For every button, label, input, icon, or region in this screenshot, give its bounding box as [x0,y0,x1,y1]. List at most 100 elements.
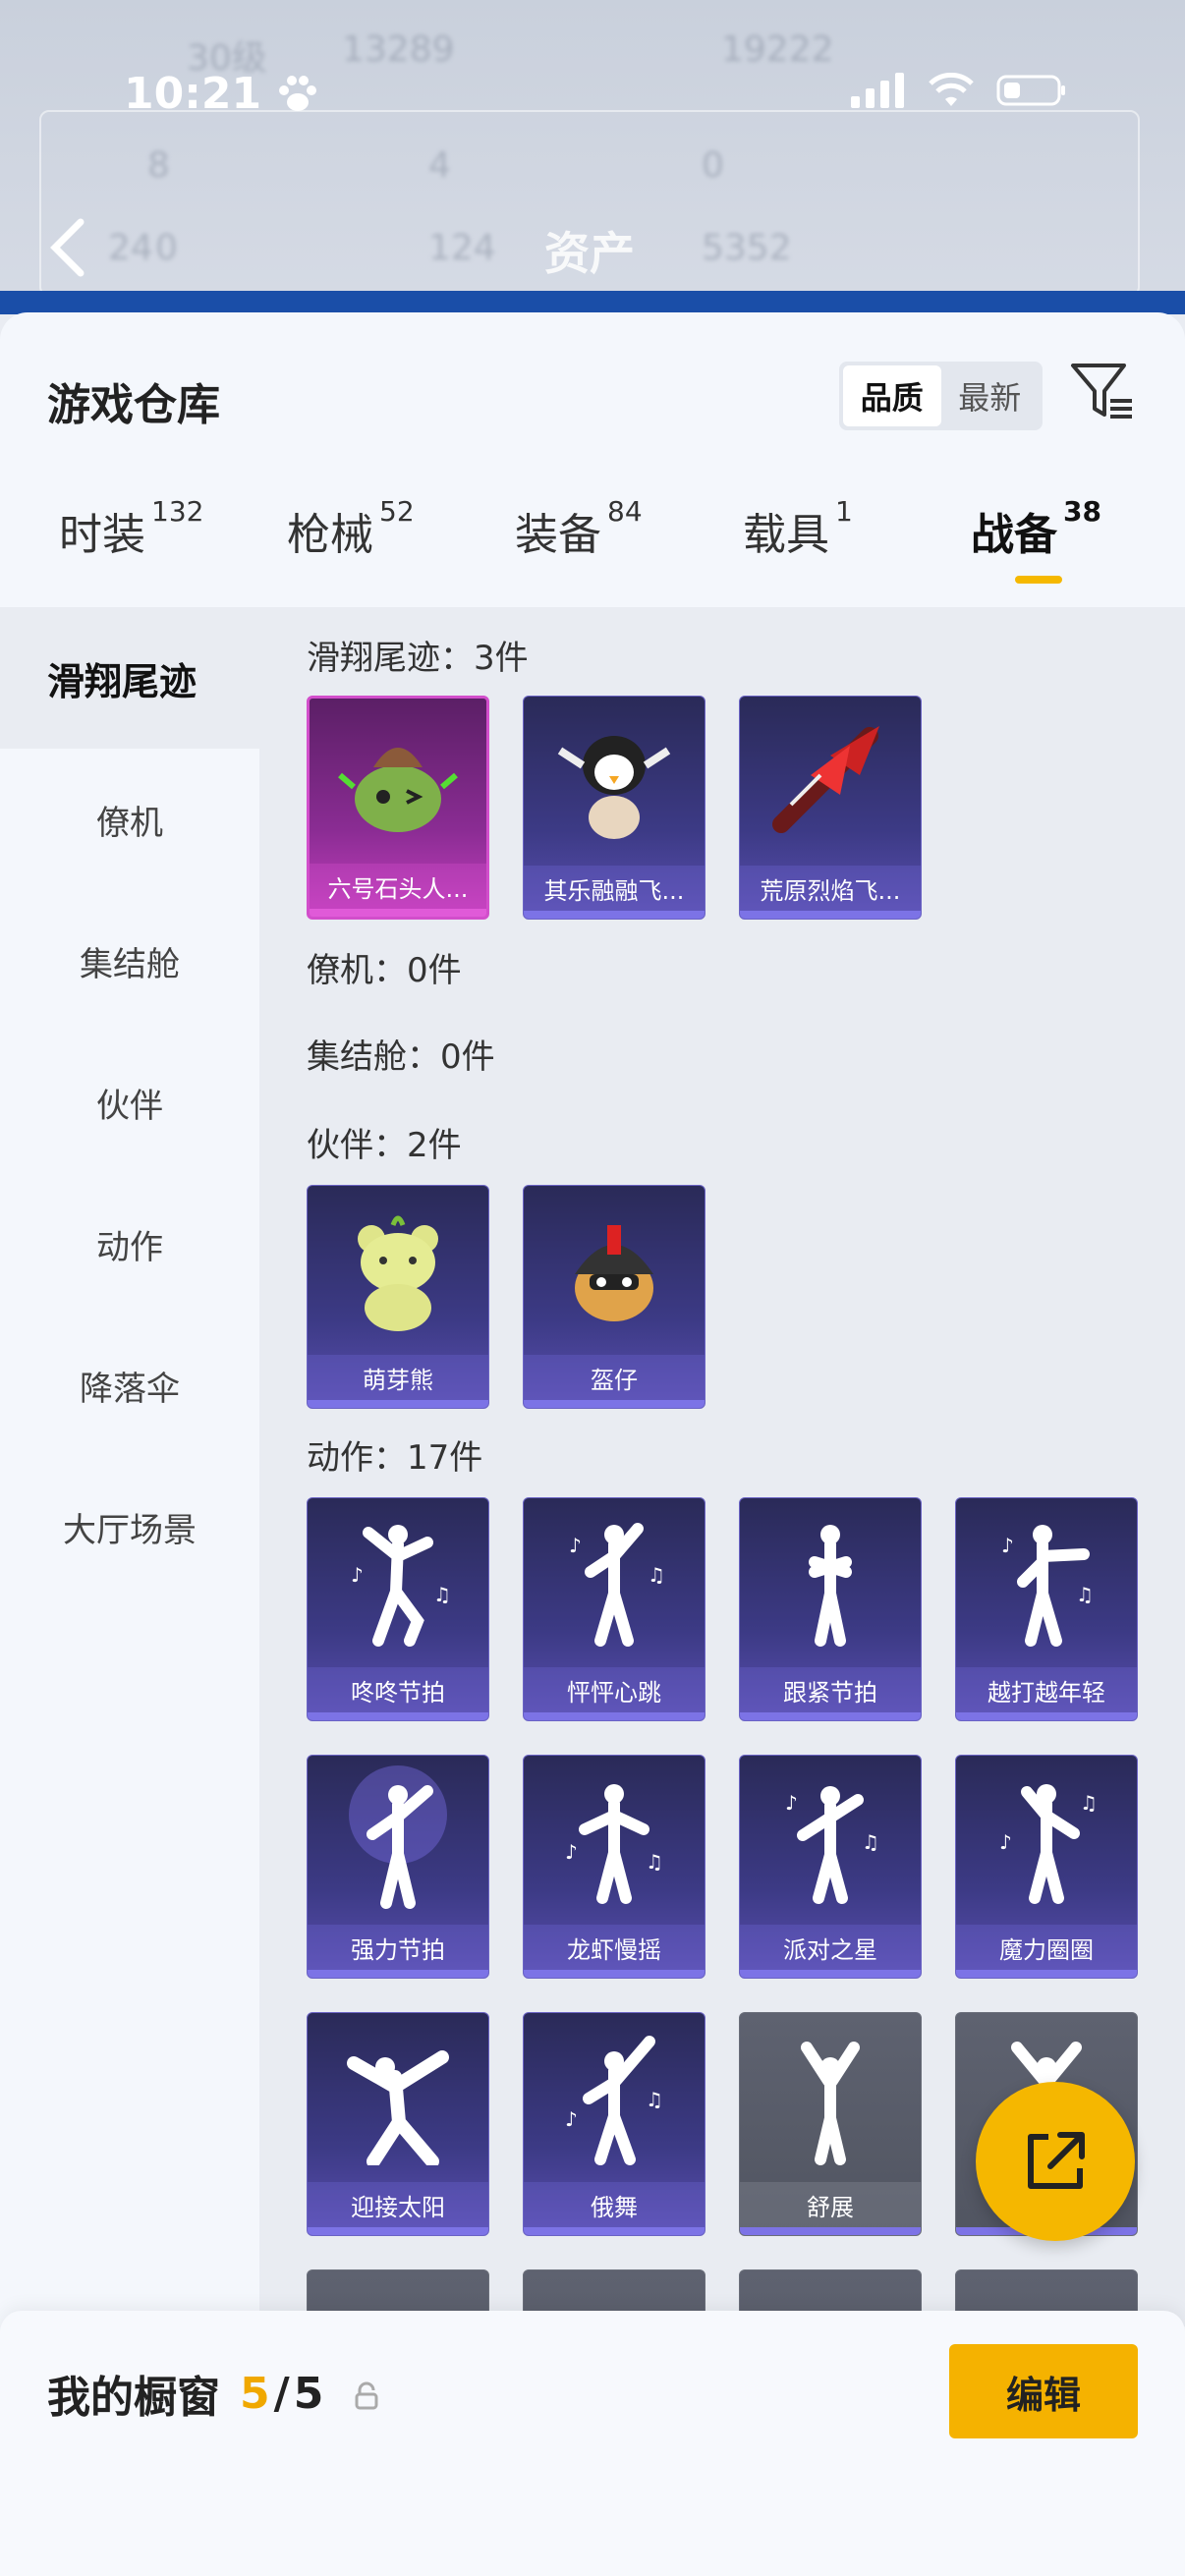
status-bar-time: 10:21 [124,69,320,119]
tab-label: 时装 [59,510,145,560]
item-label: 跟紧节拍 [740,1667,921,1712]
paw-icon [279,75,317,111]
tab-count: 52 [379,495,415,528]
item-label: 派对之星 [740,1925,921,1970]
showcase-title: 我的橱窗 5 / 5 [47,2362,323,2425]
item-tile[interactable]: ♪ ♫ 越打越年轻 [955,1497,1138,1721]
item-tile[interactable]: ♪ ♫ 俄舞 [523,2012,705,2236]
sidebar-item-pod[interactable]: 集结舱 [0,890,259,1032]
svg-text:♪: ♪ [565,2107,578,2131]
item-label: 俄舞 [524,2182,705,2227]
item-tile[interactable]: 荒原烈焰飞... [739,696,922,920]
bear-icon [308,1186,488,1353]
rarity-bar [308,1400,488,1408]
item-tile[interactable]: ♪ ♫ 咚咚节拍 [307,1497,489,1721]
tab-count: 84 [607,495,643,528]
bg-number-2: 19222 [721,29,834,70]
sidebar-item-emote[interactable]: 动作 [0,1173,259,1315]
item-tile[interactable]: ♪ ♫ 怦怦心跳 [523,1497,705,1721]
tab-count: 132 [151,495,204,528]
item-grid: 滑翔尾迹：3件 六号石头人... 其乐融融飞... 荒原烈焰飞... 僚机：0件… [259,607,1185,2326]
svg-text:♫: ♫ [646,1850,663,1874]
helmet-chick-icon [524,1186,705,1353]
tab-combat-gear[interactable]: 战备 38 [971,495,1101,584]
item-tile[interactable]: ♪ ♫ 派对之星 [739,1755,922,1979]
category-tabs: 时装 132 枪械 52 装备 84 载具 1 战备 38 [0,495,1185,607]
rarity-bar [956,1970,1137,1978]
showcase-footer: 我的橱窗 5 / 5 编辑 [0,2311,1185,2576]
back-button[interactable] [45,216,88,283]
sort-toggle: 品质 最新 [839,362,1043,430]
item-label: 怦怦心跳 [524,1667,705,1712]
showcase-label: 我的橱窗 [47,2373,220,2423]
chevron-left-icon [50,218,85,277]
tab-label: 枪械 [287,510,373,560]
tab-vehicles[interactable]: 载具 1 [743,495,853,562]
tab-label: 战备 [971,510,1057,560]
dancer-icon [740,1498,921,1665]
item-label: 咚咚节拍 [308,1667,488,1712]
item-tile[interactable]: 舒展 [739,2012,922,2236]
rarity-bar [524,1400,705,1408]
tab-guns[interactable]: 枪械 52 [287,495,415,562]
tab-label: 装备 [515,510,601,560]
warehouse-sheet: 游戏仓库 品质 最新 时装 132 枪械 52 装备 84 载具 1 战备 38 滑翔尾迹… [0,312,1185,2576]
penguin-icon [524,697,705,864]
dancer-icon: ♪ ♫ [740,1756,921,1923]
section-title: 集结舱：0件 [307,1037,495,1077]
item-tile[interactable]: 六号石头人... [307,696,489,920]
sort-quality-button[interactable]: 品质 [843,365,941,426]
rarity-bar [740,2227,921,2235]
filter-button[interactable] [1069,360,1136,426]
svg-text:♫: ♫ [1076,1583,1094,1606]
item-tile[interactable]: 其乐融融飞... [523,696,705,920]
rarity-bar [740,1970,921,1978]
item-label: 盔仔 [524,1355,705,1400]
filter-icon [1071,364,1132,419]
dancer-icon: ♪ ♫ [524,1756,705,1923]
dancer-icon: ♪ ♫ [524,1498,705,1665]
svg-text:♫: ♫ [433,1583,451,1606]
svg-text:♪: ♪ [351,1563,364,1587]
page-title: 游戏仓库 [47,380,220,430]
item-label: 强力节拍 [308,1925,488,1970]
svg-text:♪: ♪ [999,1830,1012,1854]
item-tile[interactable]: 跟紧节拍 [739,1497,922,1721]
clock: 10:21 [124,69,262,119]
rarity-bar [524,911,705,919]
tab-equipment[interactable]: 装备 84 [515,495,643,562]
section-title: 滑翔尾迹：3件 [307,639,529,678]
item-tile[interactable]: 萌芽熊 [307,1185,489,1409]
background-bar [0,291,1185,314]
item-label: 萌芽熊 [308,1355,488,1400]
sidebar-item-wingman[interactable]: 僚机 [0,749,259,890]
share-button[interactable] [976,2082,1135,2241]
item-tile[interactable]: 盔仔 [523,1185,705,1409]
svg-text:♫: ♫ [646,2088,663,2111]
item-label: 魔力圈圈 [956,1925,1137,1970]
tab-fashion[interactable]: 时装 132 [59,495,203,562]
sidebar-item-glide-trail[interactable]: 滑翔尾迹 [0,607,259,749]
wifi-icon [929,73,974,106]
item-tile[interactable]: ♪ ♫ 魔力圈圈 [955,1755,1138,1979]
sidebar-item-companion[interactable]: 伙伴 [0,1032,259,1173]
signal-icon [851,73,904,108]
rarity-bar [956,1712,1137,1720]
item-tile[interactable]: 迎接太阳 [307,2012,489,2236]
status-bar-icons [851,73,1067,108]
item-tile[interactable]: ♪ ♫ 龙虾慢摇 [523,1755,705,1979]
lock-icon [352,2381,381,2415]
rarity-bar [524,1970,705,1978]
svg-text:♫: ♫ [862,1830,879,1854]
sidebar-item-lobby-scene[interactable]: 大厅场景 [0,1456,259,1597]
rarity-bar [308,1970,488,1978]
section-title: 僚机：0件 [307,951,462,990]
item-label: 龙虾慢摇 [524,1925,705,1970]
sidebar-item-parachute[interactable]: 降落伞 [0,1315,259,1456]
battery-icon [996,75,1065,106]
edit-button[interactable]: 编辑 [949,2344,1138,2438]
rarity-bar [524,1712,705,1720]
item-tile[interactable]: 强力节拍 [307,1755,489,1979]
tab-underline [1015,576,1062,584]
sort-newest-button[interactable]: 最新 [941,365,1040,426]
